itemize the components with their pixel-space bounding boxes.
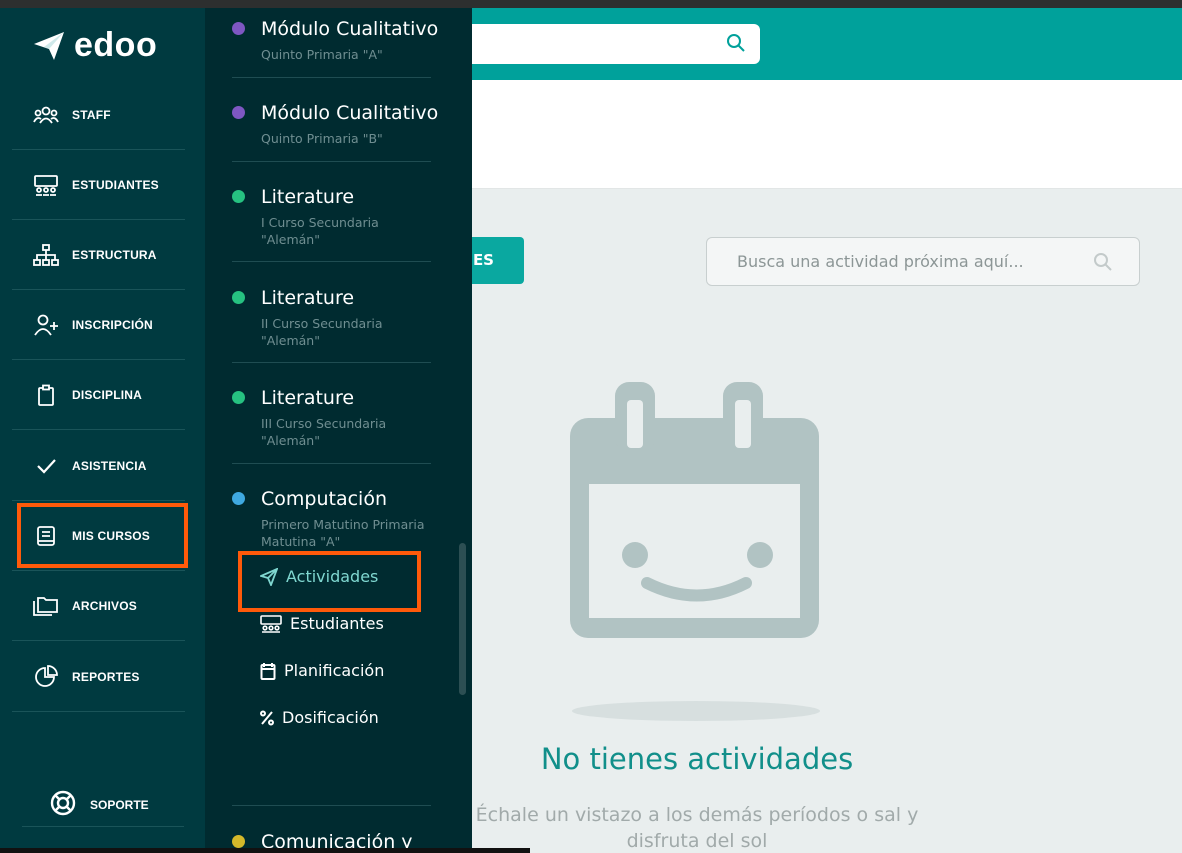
nav-item-inscripcion[interactable]: INSCRIPCIÓN: [12, 290, 185, 360]
nav-label: ESTUDIANTES: [72, 177, 159, 192]
user-plus-icon: [26, 314, 66, 336]
course-name: Literature: [261, 186, 355, 208]
clipboard-icon: [26, 384, 66, 406]
nav-label: ARCHIVOS: [72, 598, 137, 613]
highlight-mis-cursos: [17, 503, 188, 568]
course-menu-label: Dosificación: [282, 708, 379, 727]
empty-state-title: No tienes actividades: [540, 742, 854, 776]
highlight-actividades: [238, 551, 421, 612]
course-color-dot: [232, 190, 245, 203]
edoo-logo[interactable]: edoo: [32, 26, 157, 65]
courses-scrollbar[interactable]: [459, 543, 466, 695]
course-section: Quinto Primaria "A": [261, 47, 383, 62]
courses-panel: Módulo Cualitativo Quinto Primaria "A" M…: [205, 8, 472, 853]
nav-label: ASISTENCIA: [72, 458, 147, 473]
search-icon[interactable]: [1093, 252, 1113, 276]
window-top-strip: [0, 0, 1182, 8]
course-name: Módulo Cualitativo: [261, 102, 439, 124]
nav-item-disciplina[interactable]: DISCIPLINA: [12, 360, 185, 430]
nav-label: INSCRIPCIÓN: [72, 317, 153, 332]
course-menu-planificacion[interactable]: Planificación: [260, 661, 384, 680]
course-section: II Curso Secundaria "Alemán": [261, 316, 383, 348]
course-item[interactable]: Literature I Curso Secundaria "Alemán": [232, 186, 431, 262]
students-icon: [26, 174, 66, 196]
course-color-dot: [232, 835, 245, 848]
course-menu-dosificacion[interactable]: Dosificación: [260, 708, 379, 727]
course-menu-label: Estudiantes: [290, 614, 384, 633]
nav-label: ESTRUCTURA: [72, 247, 157, 262]
course-name: Literature: [261, 387, 355, 409]
pie-chart-icon: [26, 664, 66, 689]
course-color-dot: [232, 391, 245, 404]
course-menu-estudiantes[interactable]: Estudiantes: [260, 614, 384, 633]
course-color-dot: [232, 22, 245, 35]
global-search-input[interactable]: [460, 24, 760, 64]
course-color-dot: [232, 106, 245, 119]
nav-item-estructura[interactable]: ESTRUCTURA: [12, 220, 185, 290]
activity-search-input[interactable]: [707, 238, 1067, 285]
check-icon: [26, 457, 66, 475]
course-section: Primero Matutino Primaria Matutina "A": [261, 517, 425, 549]
nav-label: STAFF: [72, 107, 111, 122]
search-icon[interactable]: [726, 33, 746, 57]
course-name: Literature: [261, 287, 355, 309]
course-item[interactable]: Módulo Cualitativo Quinto Primaria "B": [232, 102, 438, 162]
course-item[interactable]: Módulo Cualitativo Quinto Primaria "A": [232, 18, 438, 78]
course-section: I Curso Secundaria "Alemán": [261, 215, 379, 247]
logo-text: edoo: [74, 26, 158, 64]
divider: [22, 826, 184, 827]
window-bottom-edge: [0, 848, 530, 853]
course-section: III Curso Secundaria "Alemán": [261, 416, 387, 448]
nav-item-archivos[interactable]: ARCHIVOS: [12, 571, 185, 641]
activity-search-field[interactable]: [706, 237, 1140, 286]
percent-icon: [260, 710, 274, 726]
page-header: [472, 80, 1182, 189]
course-color-dot: [232, 492, 245, 505]
paper-plane-icon: [34, 31, 64, 60]
nav-item-staff[interactable]: STAFF: [12, 80, 185, 150]
nav-item-estudiantes[interactable]: ESTUDIANTES: [12, 150, 185, 220]
users-icon: [26, 105, 66, 125]
empty-calendar-illustration: [565, 380, 827, 729]
course-name: Computación: [261, 488, 387, 510]
support-label: SOPORTE: [90, 798, 149, 812]
course-item-expanded[interactable]: Computación Primero Matutino Primaria Ma…: [232, 488, 431, 806]
nav-item-reportes[interactable]: REPORTES: [12, 642, 185, 712]
support-button[interactable]: SOPORTE: [50, 790, 149, 820]
org-chart-icon: [26, 243, 66, 266]
course-section: Quinto Primaria "B": [261, 131, 383, 146]
nav-item-asistencia[interactable]: ASISTENCIA: [12, 431, 185, 501]
course-menu-label: Planificación: [284, 661, 385, 680]
course-name: Módulo Cualitativo: [261, 18, 439, 40]
course-item[interactable]: Literature III Curso Secundaria "Alemán": [232, 387, 431, 464]
course-item[interactable]: Literature II Curso Secundaria "Alemán": [232, 287, 431, 363]
nav-label: DISCIPLINA: [72, 387, 143, 402]
students-icon: [260, 614, 282, 633]
nav-label: REPORTES: [72, 669, 140, 684]
course-color-dot: [232, 291, 245, 304]
empty-state-subtitle: Échale un vistazo a los demás períodos o…: [475, 804, 919, 852]
lifebuoy-icon: [50, 790, 76, 820]
calendar-icon: [260, 662, 276, 680]
folders-icon: [26, 595, 66, 617]
main-sidebar: edoo STAFF ESTUDIANTES ESTRUCTURA INSCRI…: [0, 8, 205, 853]
